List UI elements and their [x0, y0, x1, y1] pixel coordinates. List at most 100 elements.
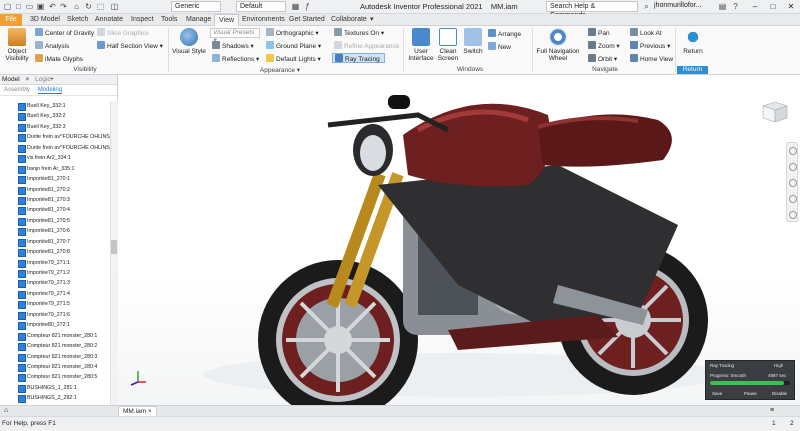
previous-button[interactable]: Previous ▾	[630, 41, 670, 51]
tab-menu-icon[interactable]: ≡	[770, 407, 774, 414]
tree-item[interactable]: BUSHINGS_1_281:1	[0, 383, 110, 394]
tree-item[interactable]: Importée80_272:1	[0, 320, 110, 331]
tree-item[interactable]: Importée79_271:2	[0, 268, 110, 279]
switch-button[interactable]: Switch	[462, 28, 484, 55]
zoom-button[interactable]: Zoom ▾	[588, 41, 620, 51]
tree-item[interactable]: Importée79_271:4	[0, 289, 110, 300]
material-dropdown[interactable]: Generic	[171, 1, 221, 12]
tree-item[interactable]: Compteur 821 monster_280:1	[0, 331, 110, 342]
imate-glyphs-button[interactable]: iMate Glyphs	[35, 54, 83, 64]
search-input[interactable]: Search Help & Commands...	[546, 1, 638, 19]
tree-item[interactable]: Buell Key_332:1	[0, 101, 110, 112]
tree-item[interactable]: Durite frein av^FOURCHE OHLINS_	[0, 143, 110, 154]
quality-label[interactable]: High	[774, 363, 783, 368]
center-of-gravity-button[interactable]: Center of Gravity	[35, 28, 94, 38]
cart-icon[interactable]: ▤	[718, 2, 727, 11]
close-icon[interactable]: ✕	[784, 0, 798, 14]
close-icon[interactable]: ×	[148, 408, 152, 415]
pan-button[interactable]: Pan	[588, 28, 610, 38]
orthographic-button[interactable]: Orthographic ▾	[266, 28, 319, 38]
tree-item[interactable]: Compteur 821 monster_280:4	[0, 362, 110, 373]
shadows-button[interactable]: Shadows ▾	[212, 41, 254, 51]
tab-sketch[interactable]: Sketch	[63, 14, 92, 26]
tree-item[interactable]: Compteur 821 monster_280:3	[0, 352, 110, 362]
graphics-viewport[interactable]	[118, 75, 800, 405]
scrollbar-thumb[interactable]	[111, 240, 117, 254]
tree-item[interactable]: Importée81_270:6	[0, 226, 110, 237]
save-button[interactable]: Save	[712, 391, 722, 396]
maximize-icon[interactable]: □	[766, 0, 780, 14]
tree-item[interactable]: Importée81_270:2	[0, 185, 110, 195]
fx-icon[interactable]: ƒ	[303, 2, 312, 11]
undo-icon[interactable]: ↶	[48, 2, 57, 11]
object-visibility-button[interactable]: Object Visibility	[4, 28, 30, 62]
disable-button[interactable]: Disable	[772, 391, 787, 396]
tab-view[interactable]: View	[214, 14, 240, 26]
tab-get-started[interactable]: Get Started	[285, 14, 329, 26]
tab-model[interactable]: Model	[2, 76, 20, 83]
visual-presets-dropdown[interactable]: Visual Presets ▾	[210, 28, 260, 44]
home-icon[interactable]: ⌂	[72, 2, 81, 11]
textures-on-button[interactable]: Textures On ▾	[334, 28, 384, 38]
slice-graphics-button[interactable]: Slice Graphics	[97, 28, 149, 38]
home-tab-icon[interactable]: ⌂	[4, 407, 12, 415]
tree-item[interactable]: Importée79_271:6	[0, 310, 110, 321]
add-panel-icon[interactable]: +	[50, 75, 54, 85]
look-at-button[interactable]: Look At	[630, 28, 662, 38]
zoom-icon[interactable]	[789, 179, 797, 187]
tree-item[interactable]: Importée81_270:5	[0, 216, 110, 227]
close-icon[interactable]: ×	[26, 76, 30, 83]
tree-item[interactable]: Compteur 821 monster_280:5	[0, 372, 110, 383]
search-icon[interactable]: ⌕	[642, 2, 651, 11]
tree-item[interactable]: Importée79_271:3	[0, 278, 110, 289]
tree-item[interactable]: Buell Key_332:3	[0, 122, 110, 133]
analysis-button[interactable]: Analysis	[35, 41, 69, 51]
tree-item[interactable]: vis frein Ar2_334:1	[0, 153, 110, 164]
redo-icon[interactable]: ↷	[59, 2, 68, 11]
ribbon-toggle-icon[interactable]: ▾	[370, 14, 380, 26]
clean-screen-button[interactable]: Clean Screen	[436, 28, 460, 62]
tree-item[interactable]: banjo frein Ar_335:1	[0, 164, 110, 175]
user-account[interactable]: jhonmurillofor...	[654, 2, 701, 9]
ground-plane-button[interactable]: Ground Plane ▾	[266, 41, 321, 51]
tree-item[interactable]: Importée79_271:1	[0, 258, 110, 268]
minimize-icon[interactable]: –	[748, 0, 762, 14]
tab-3d-model[interactable]: 3D Model	[26, 14, 64, 26]
tree-item[interactable]: Compteur 821 monster_280:2	[0, 341, 110, 352]
look-at-icon[interactable]	[789, 211, 797, 219]
tab-logic[interactable]: Logic	[35, 76, 51, 83]
measure-icon[interactable]: ▦	[291, 2, 300, 11]
tab-modeling[interactable]: Modeling	[37, 87, 63, 94]
tree-item[interactable]: Importée81_270:3	[0, 195, 110, 206]
ray-tracing-button[interactable]: Ray Tracing	[332, 53, 385, 63]
tab-annotate[interactable]: Annotate	[91, 14, 127, 26]
arrange-button[interactable]: Arrange	[488, 29, 521, 39]
tab-environments[interactable]: Environments	[238, 14, 289, 26]
tree-item[interactable]: BUSHINGS_2_282:1	[0, 393, 110, 404]
half-section-view-button[interactable]: Half Section View ▾	[97, 41, 163, 51]
tab-tools[interactable]: Tools	[157, 14, 181, 26]
tree-item[interactable]: Importée81_270:7	[0, 237, 110, 248]
home-view-button[interactable]: Home View	[630, 54, 673, 64]
reflections-button[interactable]: Reflections ▾	[212, 54, 259, 64]
tree-item[interactable]: Buell Key_332:2	[0, 111, 110, 122]
tab-file[interactable]: File	[0, 14, 22, 26]
tab-manage[interactable]: Manage	[182, 14, 215, 26]
tab-collaborate[interactable]: Collaborate	[327, 14, 371, 26]
select-icon[interactable]: ⬚	[96, 2, 105, 11]
new-window-button[interactable]: New	[488, 42, 511, 52]
tab-assembly[interactable]: Assembly	[4, 87, 30, 93]
tree-item[interactable]: Durite frein av^FOURCHE OHLINS_	[0, 132, 110, 143]
pan-icon[interactable]	[789, 163, 797, 171]
tree-item[interactable]: Importée79_271:5	[0, 299, 110, 310]
save-icon[interactable]: ▣	[36, 2, 45, 11]
viewcube[interactable]	[760, 100, 790, 124]
visual-style-button[interactable]: Visual Style	[172, 28, 206, 55]
orbit-icon[interactable]	[789, 195, 797, 203]
orbit-button[interactable]: Orbit ▾	[588, 54, 617, 64]
app-menu-icon[interactable]: ▢	[3, 2, 12, 11]
default-lights-button[interactable]: Default Lights ▾	[266, 54, 321, 64]
open-icon[interactable]: ▭	[25, 2, 34, 11]
tab-inspect[interactable]: Inspect	[127, 14, 158, 26]
steering-wheel-icon[interactable]	[789, 147, 797, 155]
